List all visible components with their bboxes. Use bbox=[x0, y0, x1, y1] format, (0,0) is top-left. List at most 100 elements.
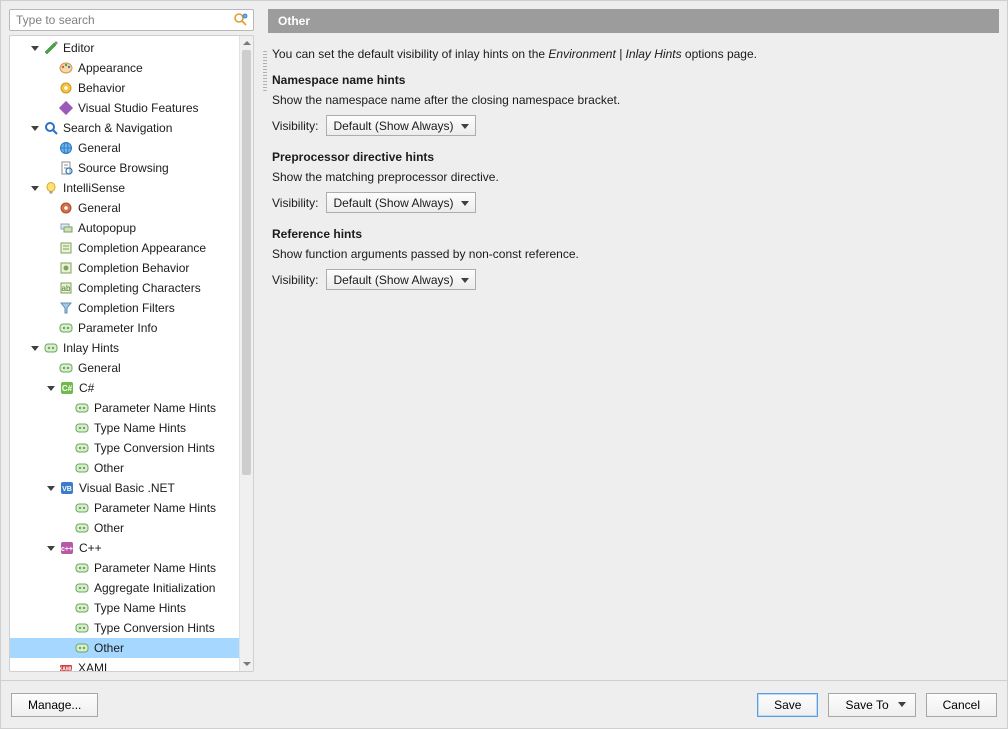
tree-item[interactable]: Completion Behavior bbox=[10, 258, 253, 278]
tree-item[interactable]: Editor bbox=[10, 38, 253, 58]
sidebar: Editor Appearance Behavior Visual Studio Fe… bbox=[1, 1, 262, 676]
tree-item[interactable]: Type Name Hints bbox=[10, 598, 253, 618]
tree-item-label: Appearance bbox=[78, 61, 143, 75]
hint-icon bbox=[74, 460, 90, 476]
hint-icon bbox=[43, 340, 59, 356]
tree-item[interactable]: General bbox=[10, 198, 253, 218]
doc-icon bbox=[58, 160, 74, 176]
tree-item-label: Inlay Hints bbox=[63, 341, 119, 355]
tree-item[interactable]: Parameter Name Hints bbox=[10, 558, 253, 578]
visibility-select[interactable]: Default (Show Always) bbox=[326, 192, 476, 213]
chevron-down-icon bbox=[897, 698, 907, 712]
tree-item-label: IntelliSense bbox=[63, 181, 125, 195]
vb-icon bbox=[59, 480, 75, 496]
tree-item-label: Type Name Hints bbox=[94, 601, 186, 615]
chevron-down-icon[interactable] bbox=[44, 481, 58, 495]
tree-item[interactable]: Aggregate Initialization bbox=[10, 578, 253, 598]
search-input[interactable] bbox=[14, 12, 233, 28]
select-value: Default (Show Always) bbox=[333, 196, 453, 210]
visibility-select[interactable]: Default (Show Always) bbox=[326, 115, 476, 136]
chevron-down-icon bbox=[459, 120, 471, 132]
tree-item[interactable]: Search & Navigation bbox=[10, 118, 253, 138]
tree-item[interactable]: Parameter Info bbox=[10, 318, 253, 338]
pencil-icon bbox=[43, 40, 59, 56]
tree-item[interactable]: Completing Characters bbox=[10, 278, 253, 298]
tree-item[interactable]: Type Conversion Hints bbox=[10, 618, 253, 638]
tree-item[interactable]: C++ bbox=[10, 538, 253, 558]
scroll-thumb[interactable] bbox=[242, 50, 251, 475]
globe-icon bbox=[58, 140, 74, 156]
tree-item[interactable]: Appearance bbox=[10, 58, 253, 78]
tree-item[interactable]: Visual Basic .NET bbox=[10, 478, 253, 498]
tree-item-label: Parameter Name Hints bbox=[94, 561, 216, 575]
tree-item[interactable]: Completion Appearance bbox=[10, 238, 253, 258]
popup-icon bbox=[58, 220, 74, 236]
save-button[interactable]: Save bbox=[757, 693, 818, 717]
chevron-down-icon[interactable] bbox=[28, 121, 42, 135]
tree-item-label: Completion Filters bbox=[78, 301, 175, 315]
chevron-down-icon[interactable] bbox=[44, 381, 58, 395]
tree-item[interactable]: Visual Studio Features bbox=[10, 98, 253, 118]
tree-item[interactable]: Inlay Hints bbox=[10, 338, 253, 358]
tree-item[interactable]: C# bbox=[10, 378, 253, 398]
visibility-select[interactable]: Default (Show Always) bbox=[326, 269, 476, 290]
tree-item[interactable]: XAML bbox=[10, 658, 253, 671]
chevron-down-icon[interactable] bbox=[44, 541, 58, 555]
comp-a-icon bbox=[58, 240, 74, 256]
tree-item[interactable]: Type Conversion Hints bbox=[10, 438, 253, 458]
comp-c-icon bbox=[58, 280, 74, 296]
tree-item-label: Type Conversion Hints bbox=[94, 621, 215, 635]
chevron-down-icon bbox=[459, 197, 471, 209]
hint-icon bbox=[74, 400, 90, 416]
section-description: Show function arguments passed by non-co… bbox=[272, 247, 997, 261]
scroll-down-icon[interactable] bbox=[240, 657, 253, 671]
search-icon bbox=[43, 120, 59, 136]
save-to-button[interactable]: Save To bbox=[828, 693, 915, 717]
tree-item-label: Parameter Name Hints bbox=[94, 501, 216, 515]
tree-item[interactable]: General bbox=[10, 138, 253, 158]
chevron-down-icon[interactable] bbox=[28, 41, 42, 55]
tree-item-label: Parameter Name Hints bbox=[94, 401, 216, 415]
tree-item[interactable]: Source Browsing bbox=[10, 158, 253, 178]
gear-y-icon bbox=[58, 80, 74, 96]
tree-item-label: Visual Studio Features bbox=[78, 101, 199, 115]
tree-item[interactable]: Behavior bbox=[10, 78, 253, 98]
tree-item[interactable]: Other bbox=[10, 458, 253, 478]
tree-item[interactable]: Parameter Name Hints bbox=[10, 498, 253, 518]
tree-item[interactable]: Autopopup bbox=[10, 218, 253, 238]
visibility-label: Visibility: bbox=[272, 273, 318, 287]
search-box[interactable] bbox=[9, 9, 254, 31]
section-title: Preprocessor directive hints bbox=[272, 150, 997, 164]
tree-item[interactable]: Type Name Hints bbox=[10, 418, 253, 438]
tree-item[interactable]: IntelliSense bbox=[10, 178, 253, 198]
tree-scrollbar[interactable] bbox=[239, 36, 253, 671]
tree-item-label: Parameter Info bbox=[78, 321, 157, 335]
tree-item-label: Completing Characters bbox=[78, 281, 201, 295]
tree-item-label: Source Browsing bbox=[78, 161, 169, 175]
tree-item-label: Autopopup bbox=[78, 221, 136, 235]
scroll-up-icon[interactable] bbox=[240, 36, 253, 50]
xaml-icon bbox=[58, 660, 74, 671]
filter-icon bbox=[58, 300, 74, 316]
content-pane: Other You can set the default visibility… bbox=[268, 1, 1007, 676]
chevron-down-icon[interactable] bbox=[28, 341, 42, 355]
hint-icon bbox=[74, 580, 90, 596]
chevron-down-icon[interactable] bbox=[28, 181, 42, 195]
tree-item[interactable]: General bbox=[10, 358, 253, 378]
vs-icon bbox=[58, 100, 74, 116]
hint-icon bbox=[74, 500, 90, 516]
cancel-button[interactable]: Cancel bbox=[926, 693, 997, 717]
tree-item-label: XAML bbox=[78, 661, 111, 671]
tree-item[interactable]: Parameter Name Hints bbox=[10, 398, 253, 418]
section-description: Show the namespace name after the closin… bbox=[272, 93, 997, 107]
tree-item-label: Other bbox=[94, 521, 124, 535]
comp-b-icon bbox=[58, 260, 74, 276]
splitter[interactable] bbox=[262, 1, 268, 676]
tree-item[interactable]: Other bbox=[10, 638, 253, 658]
tree-item[interactable]: Other bbox=[10, 518, 253, 538]
hint-icon bbox=[74, 420, 90, 436]
tree-item[interactable]: Completion Filters bbox=[10, 298, 253, 318]
manage-button[interactable]: Manage... bbox=[11, 693, 98, 717]
tree-item-label: Other bbox=[94, 461, 124, 475]
tree-item-label: Completion Behavior bbox=[78, 261, 189, 275]
